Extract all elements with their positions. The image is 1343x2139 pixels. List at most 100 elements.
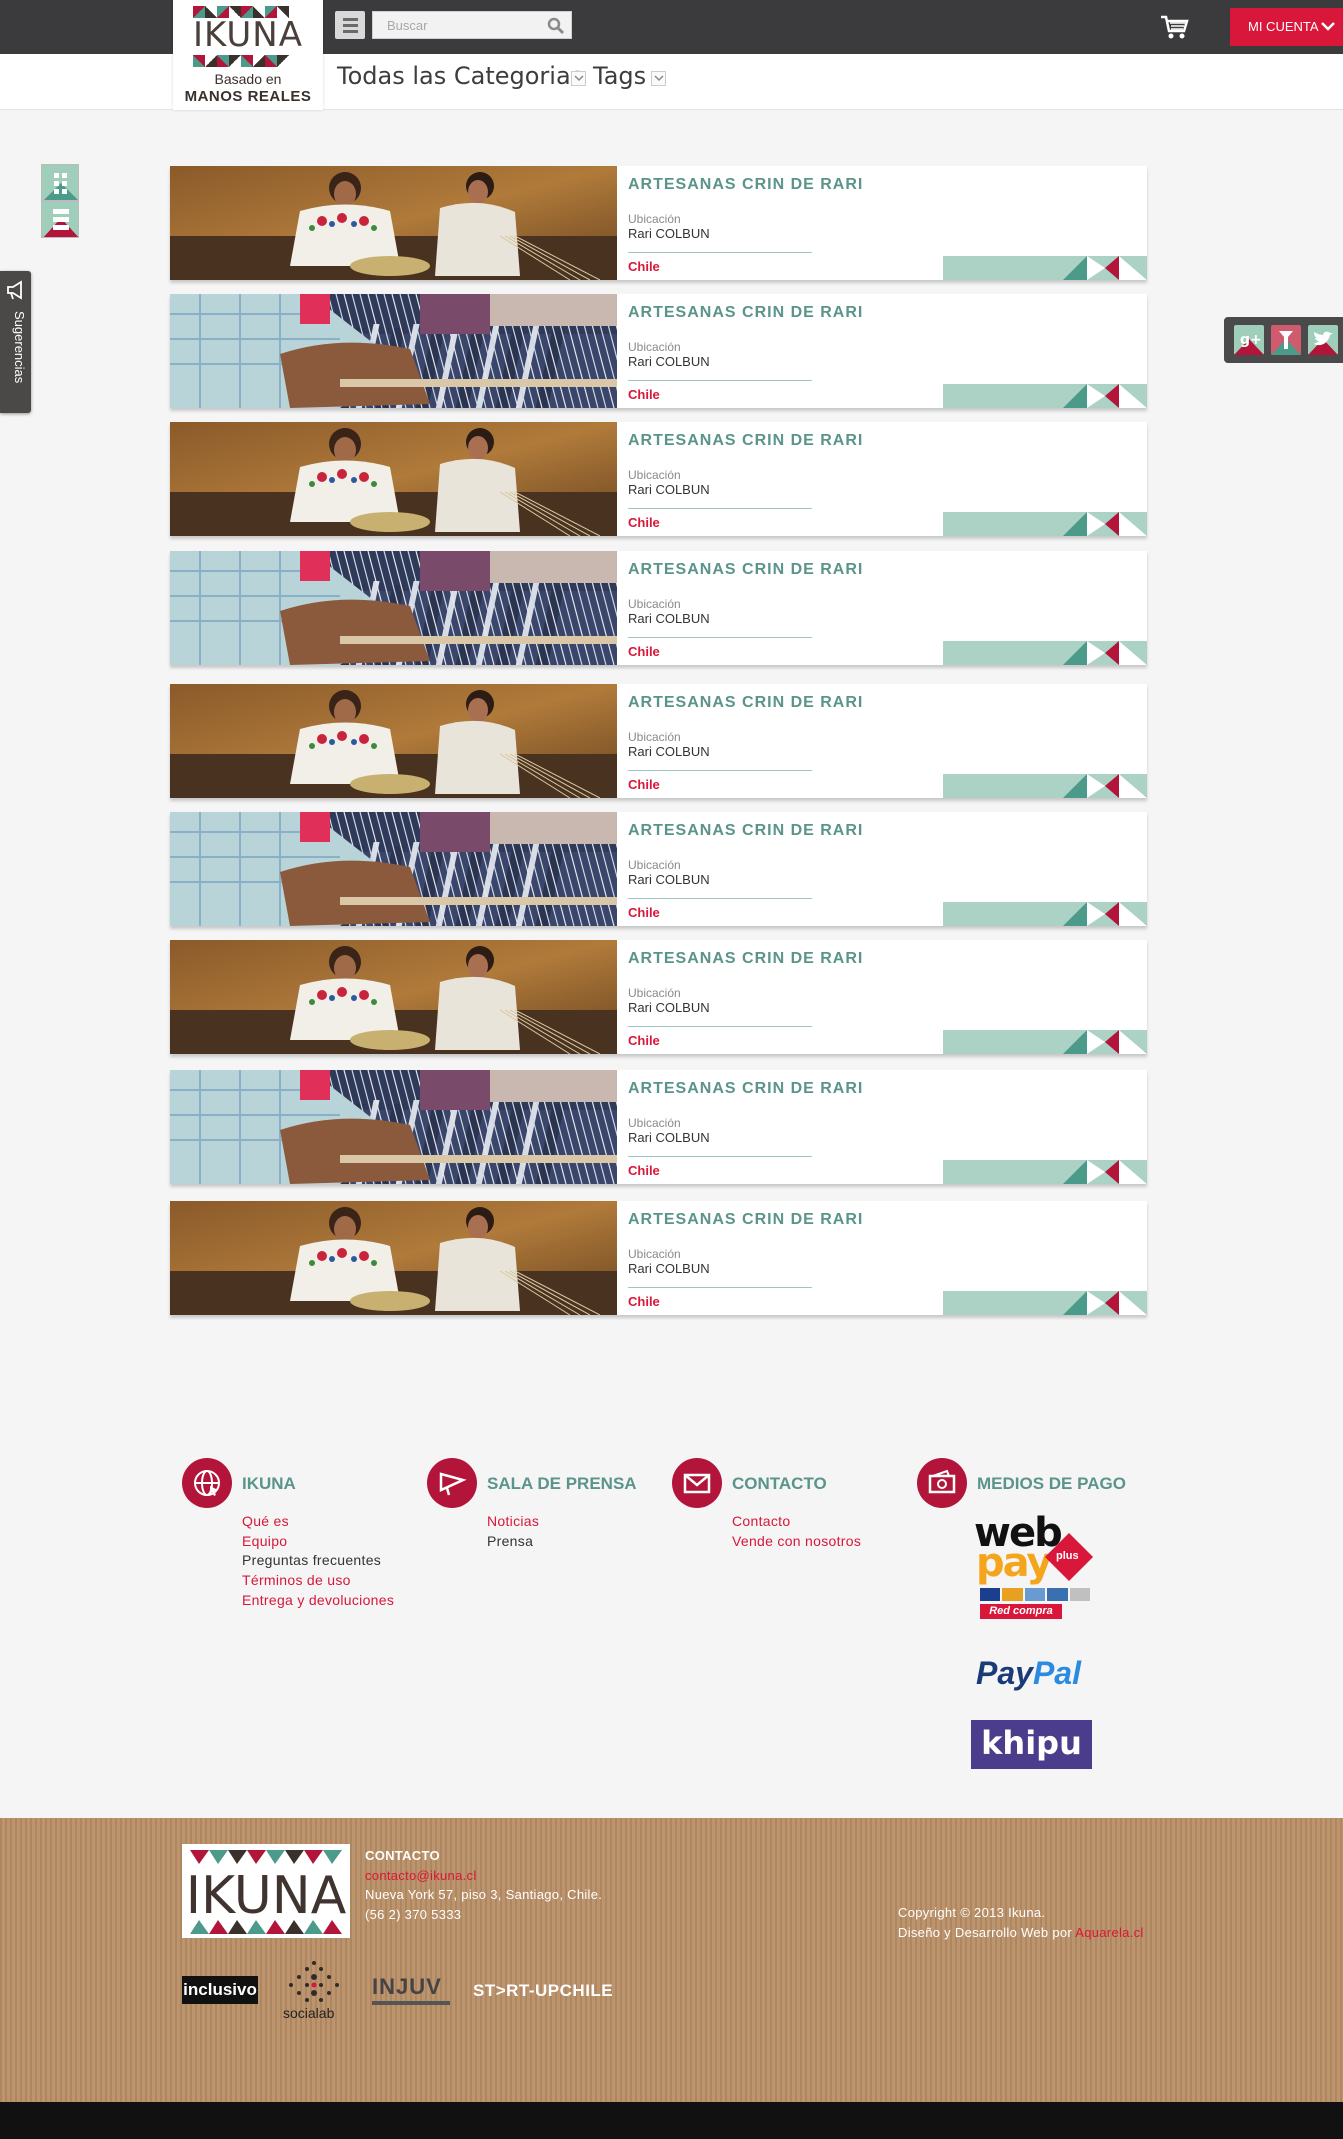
- suggestions-tab[interactable]: Sugerencias: [0, 271, 31, 413]
- location-value: Rari COLBUN: [628, 744, 710, 759]
- bottom-logo[interactable]: IKUNA: [182, 1844, 350, 1938]
- grid-view-button[interactable]: [41, 164, 79, 201]
- artisan-photo[interactable]: [170, 1070, 617, 1184]
- khipu-logo[interactable]: khipu: [971, 1720, 1092, 1769]
- location-value: Rari COLBUN: [628, 1261, 710, 1276]
- my-account-button[interactable]: MI CUENTA: [1230, 8, 1343, 46]
- ribbon-pattern-icon: [1063, 384, 1147, 408]
- footer-link[interactable]: Entrega y devoluciones: [242, 1591, 394, 1611]
- location-label: Ubicación: [628, 1116, 681, 1130]
- location-value: Rari COLBUN: [628, 1130, 710, 1145]
- webpay-logo[interactable]: web pay plus Red compra: [974, 1510, 1096, 1626]
- webpay-plus-label: plus: [1056, 1550, 1079, 1562]
- megaphone-icon: [7, 280, 22, 300]
- socialab-dots-icon: [289, 1961, 339, 2002]
- redcompra-logo: Red compra: [980, 1604, 1062, 1619]
- artisan-title[interactable]: ARTESANAS CRIN DE RARI: [628, 694, 863, 712]
- card-divider: [628, 1026, 812, 1027]
- artisan-photo[interactable]: [170, 812, 617, 926]
- menu-button[interactable]: [335, 11, 365, 39]
- logo-tagline-2: MANOS REALES: [184, 88, 312, 105]
- artisan-title[interactable]: ARTESANAS CRIN DE RARI: [628, 822, 863, 840]
- list-view-button[interactable]: [41, 201, 79, 238]
- artisan-title[interactable]: ARTESANAS CRIN DE RARI: [628, 1080, 863, 1098]
- artisan-photo[interactable]: [170, 422, 617, 536]
- artisan-card[interactable]: ARTESANAS CRIN DE RARI Ubicación Rari CO…: [170, 684, 1147, 798]
- artisan-title[interactable]: ARTESANAS CRIN DE RARI: [628, 950, 863, 968]
- artisan-card[interactable]: ARTESANAS CRIN DE RARI Ubicación Rari CO…: [170, 1070, 1147, 1184]
- google-plus-icon[interactable]: g+: [1234, 325, 1264, 355]
- country-label: Chile: [628, 1163, 660, 1178]
- all-categories-link[interactable]: Todas las Categorias: [337, 62, 583, 90]
- page-bottom-strip: [0, 2102, 1343, 2139]
- logo-wordmark: IKUNA: [193, 15, 303, 55]
- footer-heading: CONTACTO: [732, 1474, 827, 1493]
- footer-link[interactable]: Preguntas frecuentes: [242, 1551, 394, 1571]
- footer-link[interactable]: Contacto: [732, 1512, 861, 1532]
- footer-link[interactable]: Qué es: [242, 1512, 394, 1532]
- artisan-title[interactable]: ARTESANAS CRIN DE RARI: [628, 176, 863, 194]
- artisan-title[interactable]: ARTESANAS CRIN DE RARI: [628, 561, 863, 579]
- contact-heading: CONTACTO: [365, 1848, 440, 1863]
- tags-link[interactable]: Tags: [593, 62, 646, 90]
- cart-icon[interactable]: [1160, 13, 1190, 41]
- artisan-photo[interactable]: [170, 684, 617, 798]
- footer-heading: IKUNA: [242, 1474, 296, 1493]
- card-ribbon: [943, 1291, 1147, 1315]
- social-share-bar: g+: [1224, 317, 1343, 363]
- site-logo[interactable]: IKUNA Basado en MANOS REALES: [173, 0, 323, 110]
- artisan-photo[interactable]: [170, 294, 617, 408]
- location-label: Ubicación: [628, 212, 681, 226]
- contact-phone: (56 2) 370 5333: [365, 1906, 462, 1922]
- artisan-photo[interactable]: [170, 1201, 617, 1315]
- footer-links: IKUNA Qué es Equipo Preguntas frecuentes Té…: [0, 1432, 1343, 1818]
- footer-link[interactable]: Equipo: [242, 1532, 394, 1552]
- fancy-icon[interactable]: [1271, 325, 1301, 355]
- artisan-card[interactable]: ARTESANAS CRIN DE RARI Ubicación Rari CO…: [170, 422, 1147, 536]
- artisan-card[interactable]: ARTESANAS CRIN DE RARI Ubicación Rari CO…: [170, 940, 1147, 1054]
- search-icon[interactable]: [547, 17, 565, 35]
- contact-email-link[interactable]: contacto@ikuna.cl: [365, 1866, 602, 1886]
- artisan-card[interactable]: ARTESANAS CRIN DE RARI Ubicación Rari CO…: [170, 551, 1147, 665]
- card-divider: [628, 380, 812, 381]
- twitter-icon[interactable]: [1308, 325, 1338, 355]
- location-label: Ubicación: [628, 340, 681, 354]
- location-label: Ubicación: [628, 858, 681, 872]
- paypal-logo[interactable]: PayPal: [976, 1655, 1081, 1692]
- svg-text:g+: g+: [1240, 332, 1262, 348]
- footer-link[interactable]: Noticias: [487, 1512, 539, 1532]
- search-input[interactable]: [373, 12, 538, 38]
- artisan-title[interactable]: ARTESANAS CRIN DE RARI: [628, 1211, 863, 1229]
- card-divider: [628, 508, 812, 509]
- footer-link[interactable]: Vende con nosotros: [732, 1532, 861, 1552]
- ribbon-pattern-icon: [1063, 256, 1147, 280]
- artisan-photo[interactable]: [170, 166, 617, 280]
- injuv-logo[interactable]: INJUV: [372, 1974, 450, 2006]
- card-ribbon: [943, 774, 1147, 798]
- artisan-title[interactable]: ARTESANAS CRIN DE RARI: [628, 432, 863, 450]
- globe-icon: [182, 1458, 232, 1508]
- artisan-card[interactable]: ARTESANAS CRIN DE RARI Ubicación Rari CO…: [170, 166, 1147, 280]
- chevron-down-icon: [654, 75, 664, 82]
- chevron-down-icon: [1321, 22, 1335, 31]
- socialab-logo[interactable]: socialab: [281, 1959, 347, 2021]
- tags-dropdown[interactable]: [651, 71, 666, 86]
- footer-link-list: Noticias Prensa: [487, 1512, 539, 1551]
- card-ribbon: [943, 1160, 1147, 1184]
- artisan-card[interactable]: ARTESANAS CRIN DE RARI Ubicación Rari CO…: [170, 294, 1147, 408]
- artisan-card[interactable]: ARTESANAS CRIN DE RARI Ubicación Rari CO…: [170, 1201, 1147, 1315]
- country-label: Chile: [628, 387, 660, 402]
- artisan-card[interactable]: ARTESANAS CRIN DE RARI Ubicación Rari CO…: [170, 812, 1147, 926]
- location-label: Ubicación: [628, 468, 681, 482]
- credits-link[interactable]: Aquarela.cl: [1075, 1925, 1143, 1940]
- categories-dropdown[interactable]: [571, 71, 586, 86]
- artisan-photo[interactable]: [170, 940, 617, 1054]
- footer-link[interactable]: Prensa: [487, 1532, 539, 1552]
- contact-address: Nueva York 57, piso 3, Santiago, Chile.: [365, 1887, 603, 1902]
- inclusivo-logo[interactable]: inclusivo: [182, 1976, 258, 2004]
- location-value: Rari COLBUN: [628, 611, 710, 626]
- footer-link[interactable]: Términos de uso: [242, 1571, 394, 1591]
- artisan-title[interactable]: ARTESANAS CRIN DE RARI: [628, 304, 863, 322]
- artisan-photo[interactable]: [170, 551, 617, 665]
- startup-chile-logo[interactable]: ST>RT-UPCHILE: [473, 1981, 613, 2001]
